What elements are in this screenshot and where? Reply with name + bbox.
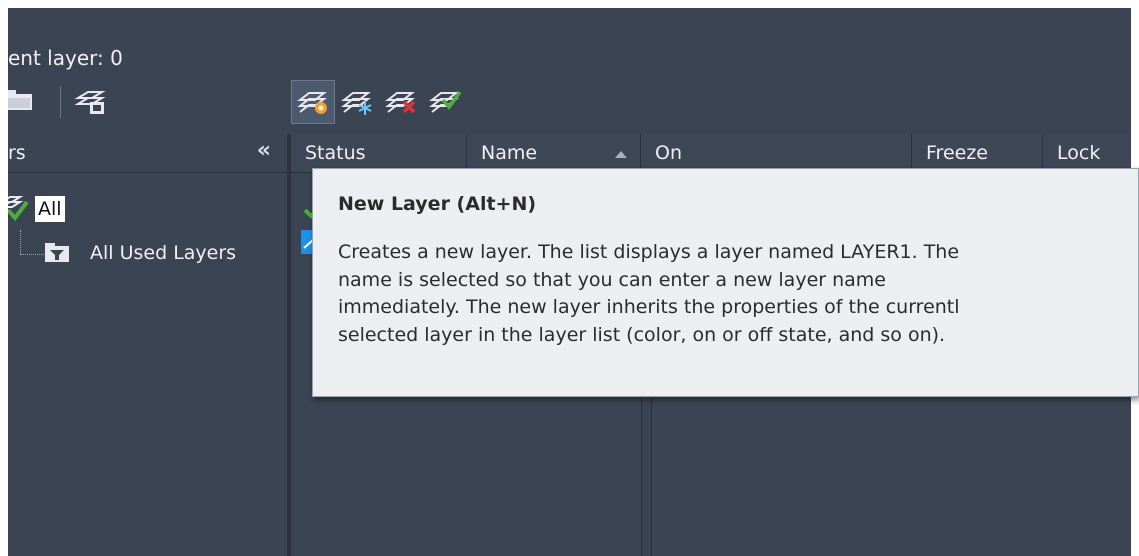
tooltip-line: selected layer in the layer list (color,… [338, 323, 946, 346]
column-header-name[interactable]: Name [467, 134, 641, 172]
column-header-status-label: Status [305, 142, 366, 164]
column-header-lock-label: Lock [1057, 142, 1101, 164]
collapse-panel-button[interactable]: « [257, 138, 271, 163]
new-layer-tooltip: New Layer (Alt+N) Creates a new layer. T… [312, 168, 1139, 397]
tooltip-line: name is selected so that you can enter a… [338, 268, 886, 291]
tree-node-all-used-layers-label: All Used Layers [90, 242, 237, 264]
filters-panel-title: rs [8, 142, 26, 164]
tree-node-all-label: All [35, 196, 65, 222]
set-current-icon[interactable] [423, 80, 467, 124]
tooltip-line: Creates a new layer. The list displays a… [338, 241, 960, 263]
layer-toolbar [291, 80, 531, 126]
folder-icon[interactable] [8, 90, 34, 110]
column-header-on[interactable]: On [641, 134, 912, 172]
column-header-name-label: Name [481, 142, 538, 164]
sort-ascending-icon [615, 151, 627, 158]
column-header-freeze-label: Freeze [926, 142, 988, 164]
tree-node-all-used-layers[interactable]: All Used Layers [44, 240, 294, 270]
tree-node-all[interactable]: All [8, 192, 208, 232]
current-layer-label: ent layer: 0 [8, 46, 123, 70]
column-header-lock[interactable]: Lock [1043, 134, 1131, 172]
filters-panel: rs « All All Used Layers [8, 134, 287, 556]
filter-folder-icon [44, 242, 70, 264]
new-layer-icon[interactable] [291, 80, 335, 124]
tooltip-line: immediately. The new layer inherits the … [338, 296, 960, 318]
column-header-on-label: On [655, 142, 682, 164]
filters-panel-header: rs « [8, 134, 287, 173]
filter-toolbar [8, 80, 158, 126]
new-layer-vp-frozen-icon[interactable] [335, 80, 379, 124]
tree-connector [20, 230, 21, 254]
delete-layer-icon[interactable] [379, 80, 423, 124]
column-header-status[interactable]: Status [291, 134, 467, 172]
layer-filter-icon[interactable] [74, 86, 108, 118]
column-header-freeze[interactable]: Freeze [912, 134, 1043, 172]
tooltip-description: Creates a new layer. The list displays a… [338, 239, 1138, 349]
tooltip-title: New Layer (Alt+N) [338, 193, 537, 215]
tree-connector [20, 254, 44, 255]
all-filter-icon [8, 194, 34, 228]
toolbar-separator [60, 86, 61, 118]
